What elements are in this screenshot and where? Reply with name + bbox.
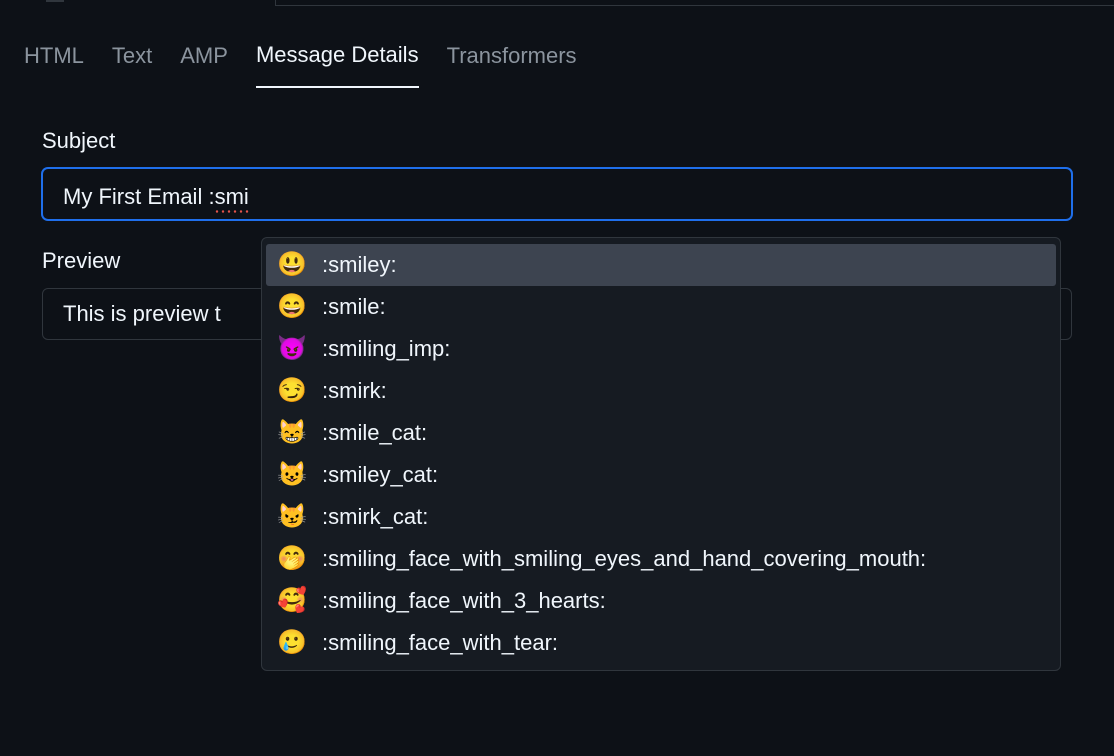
emoji-glyph-icon: 😺	[278, 461, 306, 489]
emoji-code: :smiley_cat:	[322, 462, 438, 488]
emoji-glyph-icon: 🥲	[278, 629, 306, 657]
subject-input[interactable]	[42, 168, 1072, 220]
emoji-glyph-icon: 😏	[278, 377, 306, 405]
panel-border	[275, 0, 1114, 6]
emoji-code: :smiling_face_with_smiling_eyes_and_hand…	[322, 546, 926, 572]
emoji-glyph-icon: 😈	[278, 335, 306, 363]
tab-text[interactable]: Text	[112, 43, 152, 87]
emoji-code: :smiley:	[322, 252, 397, 278]
emoji-glyph-icon: 😼	[278, 503, 306, 531]
tab-transformers[interactable]: Transformers	[447, 43, 577, 87]
emoji-code: :smiling_imp:	[322, 336, 450, 362]
emoji-glyph-icon: 🤭	[278, 545, 306, 573]
emoji-suggestion-item[interactable]: 🤭 :smiling_face_with_smiling_eyes_and_ha…	[262, 538, 1060, 580]
emoji-code: :smirk:	[322, 378, 387, 404]
emoji-suggestion-item[interactable]: 😄 :smile:	[262, 286, 1060, 328]
emoji-glyph-icon: 😸	[278, 419, 306, 447]
emoji-code: :smile:	[322, 294, 386, 320]
tab-message-details[interactable]: Message Details	[256, 42, 419, 88]
emoji-suggestion-item[interactable]: 😺 :smiley_cat:	[262, 454, 1060, 496]
tab-html[interactable]: HTML	[24, 43, 84, 87]
emoji-autocomplete-popover: 😃 :smiley: 😄 :smile: 😈 :smiling_imp: 😏 :…	[261, 237, 1061, 671]
emoji-suggestion-item[interactable]: 🥰 :smiling_face_with_3_hearts:	[262, 580, 1060, 622]
subject-field-group: Subject My First Email :smi	[42, 128, 1072, 220]
tabs-nav: HTML Text AMP Message Details Transforme…	[0, 0, 1114, 88]
emoji-suggestion-item[interactable]: 😏 :smirk:	[262, 370, 1060, 412]
emoji-suggestion-item[interactable]: 🥲 :smiling_face_with_tear:	[262, 622, 1060, 664]
emoji-code: :smiling_face_with_3_hearts:	[322, 588, 606, 614]
tab-amp[interactable]: AMP	[180, 43, 228, 87]
emoji-glyph-icon: 🥰	[278, 587, 306, 615]
emoji-suggestion-item[interactable]: 😃 :smiley:	[266, 244, 1056, 286]
emoji-code: :smiling_face_with_tear:	[322, 630, 558, 656]
emoji-glyph-icon: 😄	[278, 293, 306, 321]
emoji-glyph-icon: 😃	[278, 251, 306, 279]
emoji-suggestion-item[interactable]: 😼 :smirk_cat:	[262, 496, 1060, 538]
subject-input-wrapper: My First Email :smi	[42, 168, 1072, 220]
subject-label: Subject	[42, 128, 1072, 154]
emoji-code: :smirk_cat:	[322, 504, 428, 530]
emoji-suggestion-item[interactable]: 😸 :smile_cat:	[262, 412, 1060, 454]
emoji-suggestion-item[interactable]: 😈 :smiling_imp:	[262, 328, 1060, 370]
emoji-code: :smile_cat:	[322, 420, 427, 446]
